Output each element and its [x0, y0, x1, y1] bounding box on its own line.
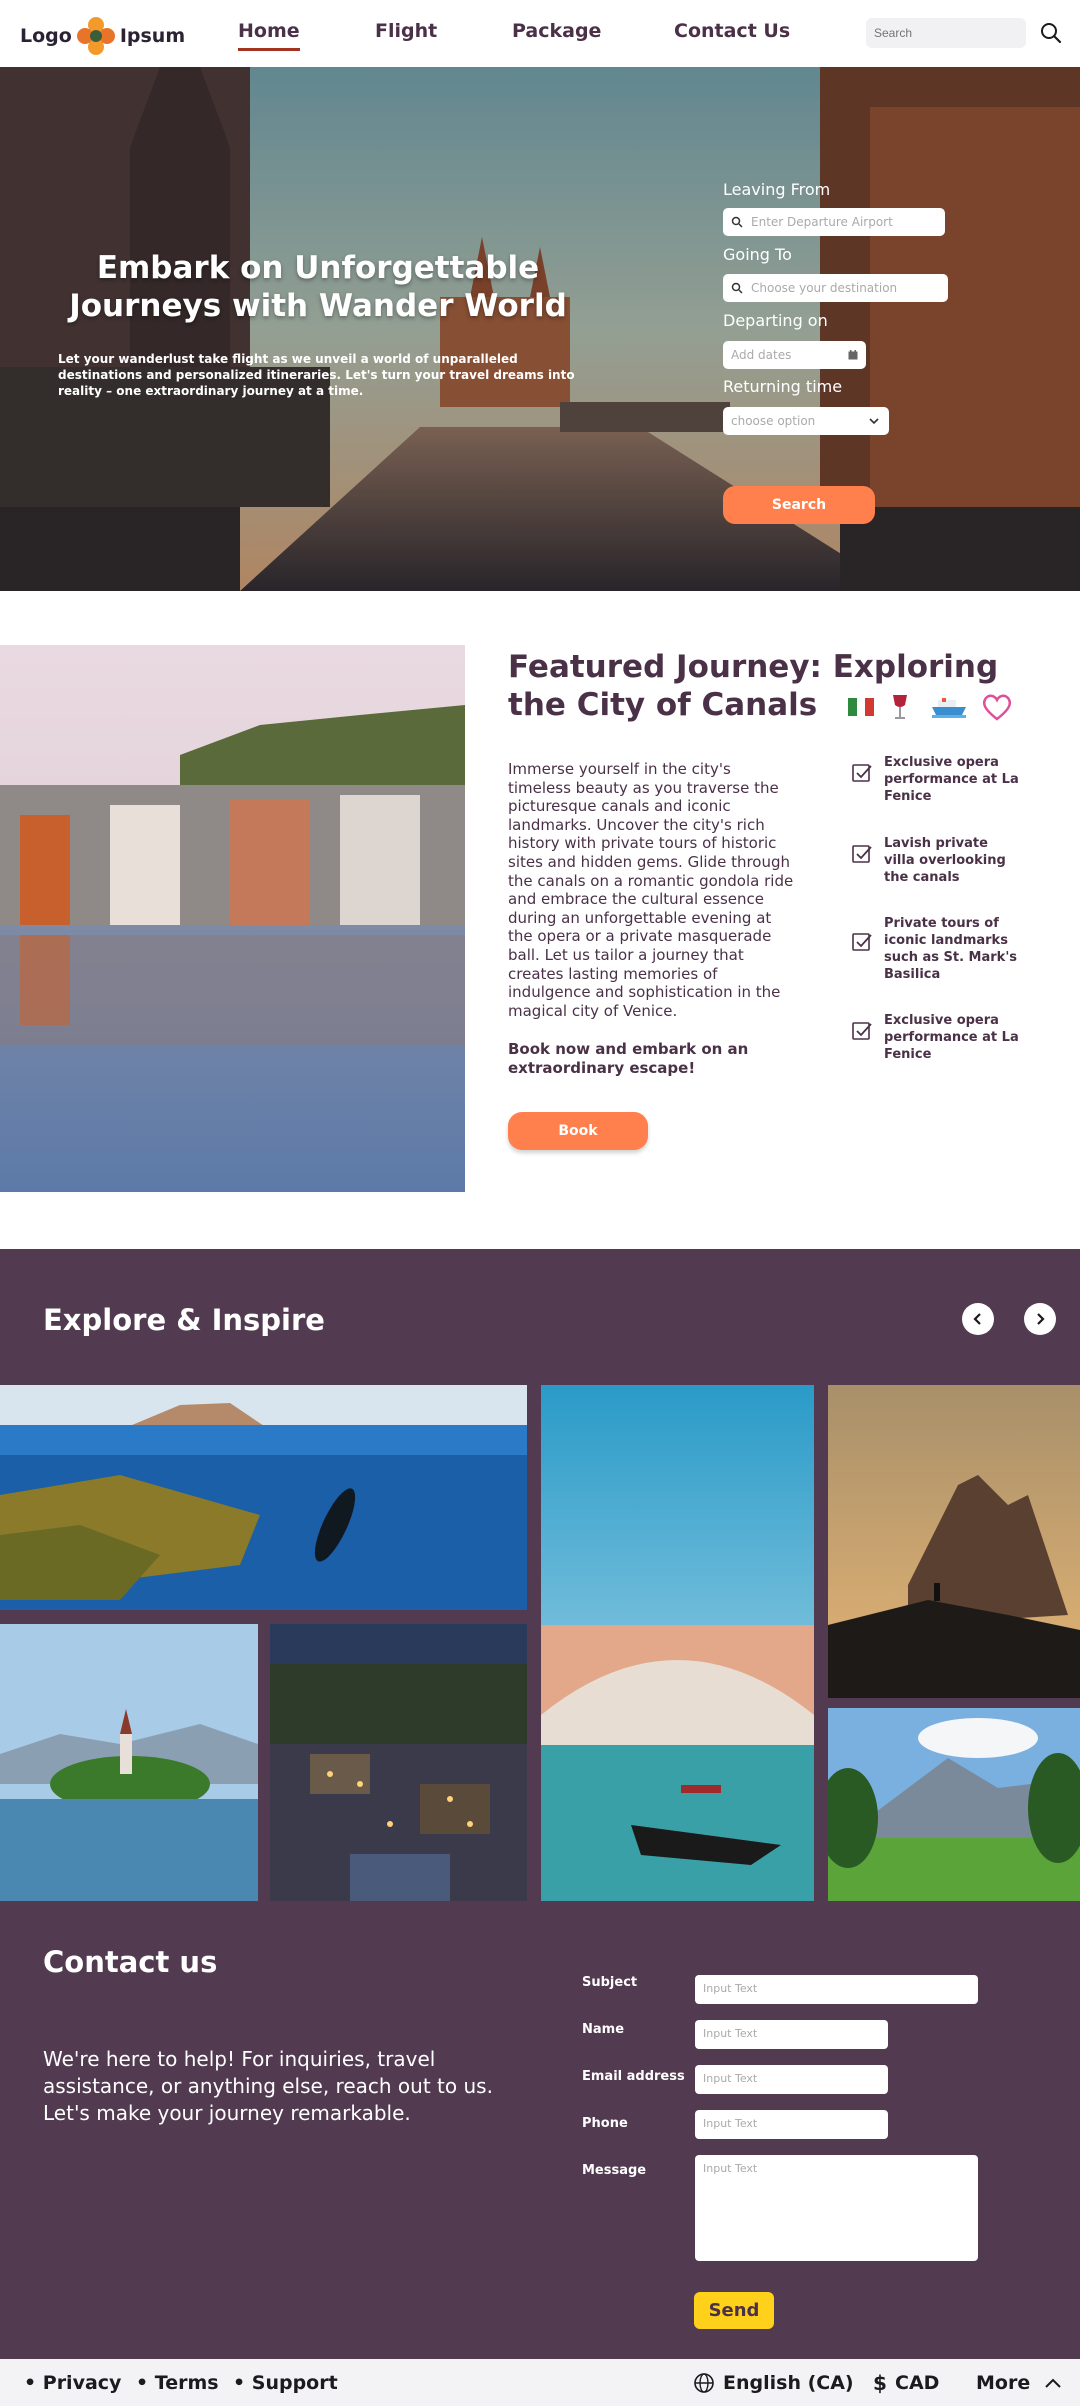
- language-label: English (CA): [723, 2372, 854, 2394]
- returning-time-option: choose option: [731, 414, 816, 428]
- gallery-tile-alpine-meadow[interactable]: [828, 1708, 1080, 1901]
- hero-subtitle: Let your wanderlust take flight as we un…: [58, 352, 575, 398]
- hero-section: Embark on Unforgettable Journeys with Wa…: [0, 67, 1080, 591]
- gallery-tile-venice-bridge[interactable]: [541, 1385, 814, 1901]
- footer-privacy-label: Privacy: [42, 2372, 122, 2394]
- departure-date-field[interactable]: Add dates: [723, 341, 866, 369]
- currency-selector[interactable]: $ CAD: [873, 2372, 939, 2394]
- chevron-up-icon: [1045, 2378, 1061, 2388]
- logo-text-left: Logo: [20, 25, 72, 47]
- currency-label: CAD: [895, 2372, 940, 2394]
- carousel-next-button[interactable]: [1024, 1303, 1056, 1335]
- search-icon[interactable]: [1040, 22, 1062, 44]
- footer-terms-label: Terms: [154, 2372, 219, 2394]
- search-icon: [731, 216, 743, 228]
- wine-glass-icon: [893, 694, 908, 719]
- footer: • Privacy • Terms • Support English (CA)…: [0, 2359, 1080, 2406]
- carousel-prev-button[interactable]: [962, 1303, 994, 1335]
- dollar-icon: $: [873, 2372, 887, 2394]
- book-button[interactable]: Book: [508, 1112, 648, 1150]
- feature-check-text: Exclusive opera performance at La Fenice: [884, 1013, 1019, 1062]
- departing-on-label: Departing on: [723, 311, 828, 330]
- featured-description: Immerse yourself in the city's timeless …: [508, 760, 794, 1020]
- subject-label: Subject: [582, 1975, 638, 1990]
- nav-search-input[interactable]: [866, 18, 1026, 48]
- chevron-right-icon: [1037, 1313, 1045, 1325]
- subject-input[interactable]: Input Text: [695, 1975, 978, 2004]
- globe-icon: [694, 2373, 714, 2393]
- gallery-tile-mountain-sunset[interactable]: [828, 1385, 1080, 1698]
- feature-check-item: Exclusive opera performance at La Fenice: [852, 754, 1022, 805]
- gallery-tile-night-town[interactable]: [270, 1624, 527, 1901]
- email-label: Email address: [582, 2069, 685, 2084]
- returning-time-select[interactable]: choose option: [723, 407, 889, 435]
- svg-text:$: $: [873, 2372, 887, 2394]
- feature-check-text: Private tours of iconic landmarks such a…: [884, 916, 1018, 982]
- name-input[interactable]: Input Text: [695, 2020, 888, 2049]
- feature-check-text: Lavish private villa overlooking the can…: [884, 836, 1006, 885]
- heart-icon: [982, 694, 1012, 721]
- name-label: Name: [582, 2022, 625, 2037]
- logo-text-right: Ipsum: [119, 25, 186, 47]
- departure-airport-field[interactable]: Enter Departure Airport: [723, 208, 945, 236]
- calendar-icon: [848, 350, 858, 360]
- footer-support-link[interactable]: • Support: [233, 2372, 338, 2394]
- italy-flag-icon: [848, 697, 875, 716]
- footer-privacy-link[interactable]: • Privacy: [24, 2372, 121, 2394]
- explore-title: Explore & Inspire: [43, 1303, 325, 1337]
- checkbox-checked-icon: [852, 764, 872, 782]
- nav-link-package[interactable]: Package: [512, 20, 601, 42]
- checkbox-checked-icon: [852, 1022, 872, 1040]
- phone-label: Phone: [582, 2116, 628, 2131]
- featured-city-image: [0, 645, 465, 1192]
- going-to-label: Going To: [723, 245, 792, 264]
- leaving-from-label: Leaving From: [723, 180, 831, 199]
- message-label: Message: [582, 2163, 647, 2178]
- more-label: More: [976, 2372, 1031, 2394]
- contact-title: Contact us: [43, 1945, 218, 1979]
- checkbox-checked-icon: [852, 845, 872, 863]
- email-input[interactable]: Input Text: [695, 2065, 888, 2094]
- hero-title: Embark on Unforgettable Journeys with Wa…: [69, 250, 567, 324]
- phone-input[interactable]: Input Text: [695, 2110, 888, 2139]
- feature-check-item: Lavish private villa overlooking the can…: [852, 835, 1022, 886]
- logo[interactable]: Logo Ipsum: [20, 16, 185, 56]
- flower-logo-icon: [76, 17, 115, 55]
- cruise-ship-icon: [932, 697, 967, 718]
- canal-city-hero-image: [0, 67, 1080, 591]
- gallery-tile-underwater[interactable]: [0, 1385, 527, 1610]
- footer-support-label: Support: [251, 2372, 338, 2394]
- nav-link-home[interactable]: Home: [238, 20, 300, 51]
- message-textarea[interactable]: Input Text: [695, 2155, 978, 2261]
- featured-icons: [848, 693, 1012, 721]
- returning-time-label: Returning time: [723, 377, 843, 396]
- featured-cta-text: Book now and embark on an extraordinary …: [508, 1040, 749, 1077]
- footer-terms-link[interactable]: • Terms: [136, 2372, 219, 2394]
- top-navbar: Logo Ipsum Home Flight Package Contact U…: [0, 0, 1080, 67]
- chevron-down-icon: [869, 418, 879, 425]
- feature-check-item: Exclusive opera performance at La Fenice: [852, 1012, 1022, 1063]
- send-button[interactable]: Send: [694, 2292, 774, 2329]
- gallery-tile-lake-island[interactable]: [0, 1624, 258, 1901]
- destination-field[interactable]: Choose your destination: [723, 274, 948, 302]
- departure-airport-placeholder: Enter Departure Airport: [751, 215, 893, 229]
- chevron-left-icon: [973, 1313, 981, 1325]
- language-selector[interactable]: English (CA): [693, 2372, 854, 2394]
- nav-link-flight[interactable]: Flight: [375, 20, 437, 42]
- more-menu[interactable]: More: [976, 2372, 1062, 2394]
- featured-title: Featured Journey: Exploring the City of …: [508, 648, 1048, 724]
- contact-description: We're here to help! For inquiries, trave…: [43, 2047, 493, 2125]
- feature-check-text: Exclusive opera performance at La Fenice: [884, 755, 1019, 804]
- nav-link-contact-us[interactable]: Contact Us: [674, 20, 790, 42]
- feature-check-item: Private tours of iconic landmarks such a…: [852, 915, 1022, 983]
- destination-placeholder: Choose your destination: [751, 281, 898, 295]
- hero-search-button[interactable]: Search: [723, 486, 875, 524]
- departure-date-placeholder: Add dates: [731, 348, 792, 362]
- search-icon: [731, 282, 743, 294]
- checkbox-checked-icon: [852, 933, 872, 951]
